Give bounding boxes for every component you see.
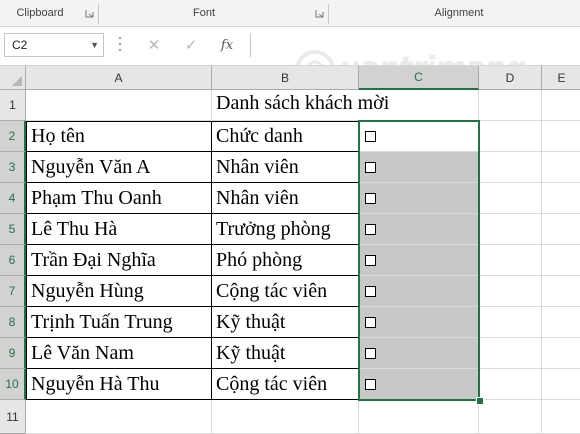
column-header-b[interactable]: B xyxy=(212,66,359,90)
cell-b5[interactable]: Trưởng phòng xyxy=(212,214,359,245)
checkbox[interactable] xyxy=(365,161,376,173)
cell-e4[interactable] xyxy=(542,183,580,214)
name-box-value: C2 xyxy=(12,38,28,52)
cell-e1[interactable] xyxy=(542,90,580,121)
cell-b10[interactable]: Cộng tác viên xyxy=(212,369,359,400)
ribbon-group-labels: Clipboard Font Alignment xyxy=(0,0,580,27)
formula-input[interactable] xyxy=(250,33,580,57)
cell-e9[interactable] xyxy=(542,338,580,369)
cell-b8[interactable]: Kỹ thuật xyxy=(212,307,359,338)
cell-a4[interactable]: Phạm Thu Oanh xyxy=(26,183,212,214)
row-header-3[interactable]: 3 xyxy=(0,152,26,183)
cell-a6[interactable]: Trần Đại Nghĩa xyxy=(26,245,212,276)
cell-b4[interactable]: Nhân viên xyxy=(212,183,359,214)
cell-a11[interactable] xyxy=(26,400,212,434)
cell-b3[interactable]: Nhân viên xyxy=(212,152,359,183)
cell-a1[interactable] xyxy=(26,90,212,121)
cell-a10[interactable]: Nguyễn Hà Thu xyxy=(26,369,212,400)
cancel-icon[interactable]: ✕ xyxy=(143,35,165,57)
cell-d11[interactable] xyxy=(479,400,542,434)
cell-c6[interactable] xyxy=(359,245,479,276)
cell-e8[interactable] xyxy=(542,307,580,338)
insert-function-icon[interactable]: fx xyxy=(216,35,238,57)
checkbox[interactable] xyxy=(365,130,376,142)
clipboard-launcher-icon[interactable] xyxy=(85,9,94,18)
cell-c9[interactable] xyxy=(359,338,479,369)
cell-a8[interactable]: Trịnh Tuấn Trung xyxy=(26,307,212,338)
cell-e3[interactable] xyxy=(542,152,580,183)
cell-b6[interactable]: Phó phòng xyxy=(212,245,359,276)
checkbox[interactable] xyxy=(365,254,376,266)
cell-d4[interactable] xyxy=(479,183,542,214)
sheet-title: Danh sách khách mời xyxy=(216,92,390,114)
cell-d5[interactable] xyxy=(479,214,542,245)
column-header-c[interactable]: C xyxy=(359,66,479,90)
cell-b11[interactable] xyxy=(212,400,359,434)
row-header-5[interactable]: 5 xyxy=(0,214,26,245)
cell-b2[interactable]: Chức danh xyxy=(212,121,359,152)
cell-c8[interactable] xyxy=(359,307,479,338)
row-header-4[interactable]: 4 xyxy=(0,183,26,214)
row-header-10[interactable]: 10 xyxy=(0,369,26,400)
cell-e7[interactable] xyxy=(542,276,580,307)
checkbox[interactable] xyxy=(365,285,376,297)
column-header-e[interactable]: E xyxy=(542,66,580,90)
name-box[interactable]: C2 ▼ xyxy=(4,33,104,57)
cell-d7[interactable] xyxy=(479,276,542,307)
font-launcher-icon[interactable] xyxy=(315,9,324,18)
cell-e5[interactable] xyxy=(542,214,580,245)
cell-e10[interactable] xyxy=(542,369,580,400)
chevron-down-icon[interactable]: ▼ xyxy=(90,34,99,56)
checkbox[interactable] xyxy=(365,316,376,328)
ribbon-group-clipboard: Clipboard xyxy=(16,7,64,19)
cell-b9[interactable]: Kỹ thuật xyxy=(212,338,359,369)
row-header-8[interactable]: 8 xyxy=(0,307,26,338)
row-header-1[interactable]: 1 xyxy=(0,90,26,121)
cell-a9[interactable]: Lê Văn Nam xyxy=(26,338,212,369)
row-header-7[interactable]: 7 xyxy=(0,276,26,307)
cell-c5[interactable] xyxy=(359,214,479,245)
cell-d6[interactable] xyxy=(479,245,542,276)
cell-d9[interactable] xyxy=(479,338,542,369)
cell-c7[interactable] xyxy=(359,276,479,307)
cell-c10[interactable] xyxy=(359,369,479,400)
fill-handle[interactable] xyxy=(476,397,484,405)
cell-a2[interactable]: Họ tên xyxy=(26,121,212,152)
ribbon-group-alignment: Alignment xyxy=(434,7,484,19)
cell-d1[interactable] xyxy=(479,90,542,121)
row-header-9[interactable]: 9 xyxy=(0,338,26,369)
formula-bar: C2 ▼ ✕ ✓ fx xyxy=(0,27,580,66)
cell-e11[interactable] xyxy=(542,400,580,434)
row-header-2[interactable]: 2 xyxy=(0,121,26,152)
checkbox[interactable] xyxy=(365,347,376,359)
enter-icon[interactable]: ✓ xyxy=(180,35,202,57)
column-header-d[interactable]: D xyxy=(479,66,542,90)
cell-d2[interactable] xyxy=(479,121,542,152)
select-all-corner[interactable] xyxy=(0,66,26,90)
cell-d8[interactable] xyxy=(479,307,542,338)
cell-c4[interactable] xyxy=(359,183,479,214)
cell-c2[interactable] xyxy=(359,121,479,152)
cell-c11[interactable] xyxy=(359,400,479,434)
column-header-a[interactable]: A xyxy=(26,66,212,90)
row-header-6[interactable]: 6 xyxy=(0,245,26,276)
checkbox[interactable] xyxy=(365,223,376,235)
ribbon-group-font: Font xyxy=(192,7,215,19)
worksheet-grid[interactable]: A B C D E 1 2 3 4 5 6 7 8 9 10 11 Danh s… xyxy=(0,66,580,434)
cell-e6[interactable] xyxy=(542,245,580,276)
row-header-11[interactable]: 11 xyxy=(0,400,26,434)
checkbox[interactable] xyxy=(365,192,376,204)
cell-b7[interactable]: Cộng tác viên xyxy=(212,276,359,307)
formula-bar-grip[interactable] xyxy=(118,37,122,55)
cell-a5[interactable]: Lê Thu Hà xyxy=(26,214,212,245)
checkbox[interactable] xyxy=(365,378,376,390)
cell-c3[interactable] xyxy=(359,152,479,183)
cell-a3[interactable]: Nguyễn Văn A xyxy=(26,152,212,183)
cell-d3[interactable] xyxy=(479,152,542,183)
cell-d10[interactable] xyxy=(479,369,542,400)
cell-a7[interactable]: Nguyễn Hùng xyxy=(26,276,212,307)
cell-e2[interactable] xyxy=(542,121,580,152)
